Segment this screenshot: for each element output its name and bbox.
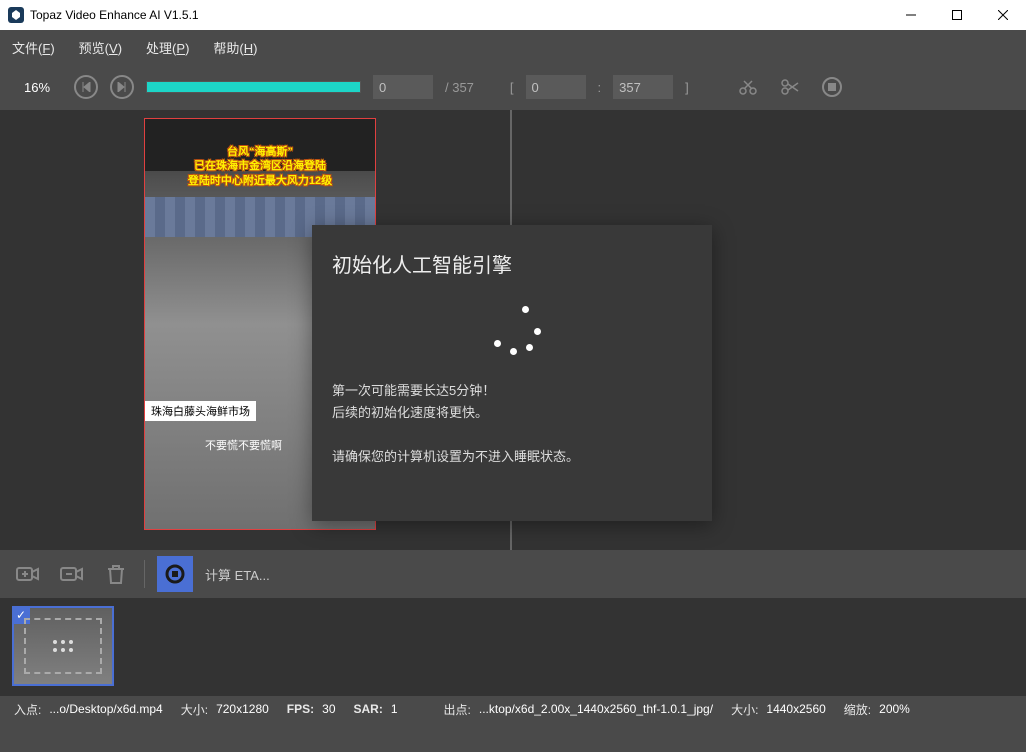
menu-preview[interactable]: 预览(V) [79,38,122,57]
menu-help[interactable]: 帮助(H) [213,38,257,57]
next-frame-button[interactable] [110,75,134,99]
stop-process-button[interactable] [157,556,193,592]
status-input-size: 720x1280 [216,702,269,716]
frame-total: / 357 [445,80,474,95]
status-output-size: 1440x2560 [766,702,825,716]
eta-text: 计算 ETA... [205,565,270,584]
toolbar: 16% 0 / 357 [ 0 : 357 ] [0,64,1026,110]
video-location-label: 珠海白藤头海鲜市场 [145,401,256,421]
menu-process[interactable]: 处理(P) [146,38,189,57]
init-dialog: 初始化人工智能引擎 第一次可能需要长达5分钟！ 后续的初始化速度将更快。 请确保… [312,225,712,521]
thumbnail-strip: ✓ [0,598,1026,696]
dialog-title: 初始化人工智能引擎 [332,249,692,278]
video-subtitle: 不要慌不要慌啊 [205,437,282,453]
close-button[interactable] [980,0,1026,30]
cut-start-icon[interactable] [733,72,763,102]
stop-icon[interactable] [817,72,847,102]
app-logo-icon [8,7,24,23]
minimize-button[interactable] [888,0,934,30]
controlbar: 计算 ETA... [0,550,1026,598]
menubar: 文件(F) 预览(V) 处理(P) 帮助(H) [0,30,1026,64]
progress-slider[interactable] [146,81,361,93]
out-point-input[interactable]: 357 [613,75,673,99]
trash-icon[interactable] [100,558,132,590]
zoom-level: 16% [12,80,62,95]
statusbar: 入点: ...o/Desktop/x6d.mp4 大小: 720x1280 FP… [0,696,1026,722]
menu-file[interactable]: 文件(F) [12,38,55,57]
cut-end-icon[interactable] [775,72,805,102]
current-frame-input[interactable]: 0 [373,75,433,99]
in-point-input[interactable]: 0 [526,75,586,99]
add-camera-icon[interactable] [12,558,44,590]
status-scale: 200% [879,702,910,716]
remove-camera-icon[interactable] [56,558,88,590]
prev-frame-button[interactable] [74,75,98,99]
titlebar: Topaz Video Enhance AI V1.5.1 [0,0,1026,30]
maximize-button[interactable] [934,0,980,30]
status-output-path: ...ktop/x6d_2.00x_1440x2560_thf-1.0.1_jp… [479,702,713,716]
video-thumbnail[interactable]: ✓ [12,606,114,686]
status-fps: 30 [322,702,335,716]
dialog-text: 第一次可能需要长达5分钟！ 后续的初始化速度将更快。 请确保您的计算机设置为不进… [332,380,692,468]
status-input-path: ...o/Desktop/x6d.mp4 [49,702,162,716]
status-sar: 1 [391,702,398,716]
workspace: 台风“海高斯” 已在珠海市金湾区沿海登陆 登陆时中心附近最大风力12级 珠海白藤… [0,110,1026,550]
video-caption: 台风“海高斯” 已在珠海市金湾区沿海登陆 登陆时中心附近最大风力12级 [145,145,375,188]
loading-spinner-icon [482,306,542,356]
window-title: Topaz Video Enhance AI V1.5.1 [30,8,888,22]
